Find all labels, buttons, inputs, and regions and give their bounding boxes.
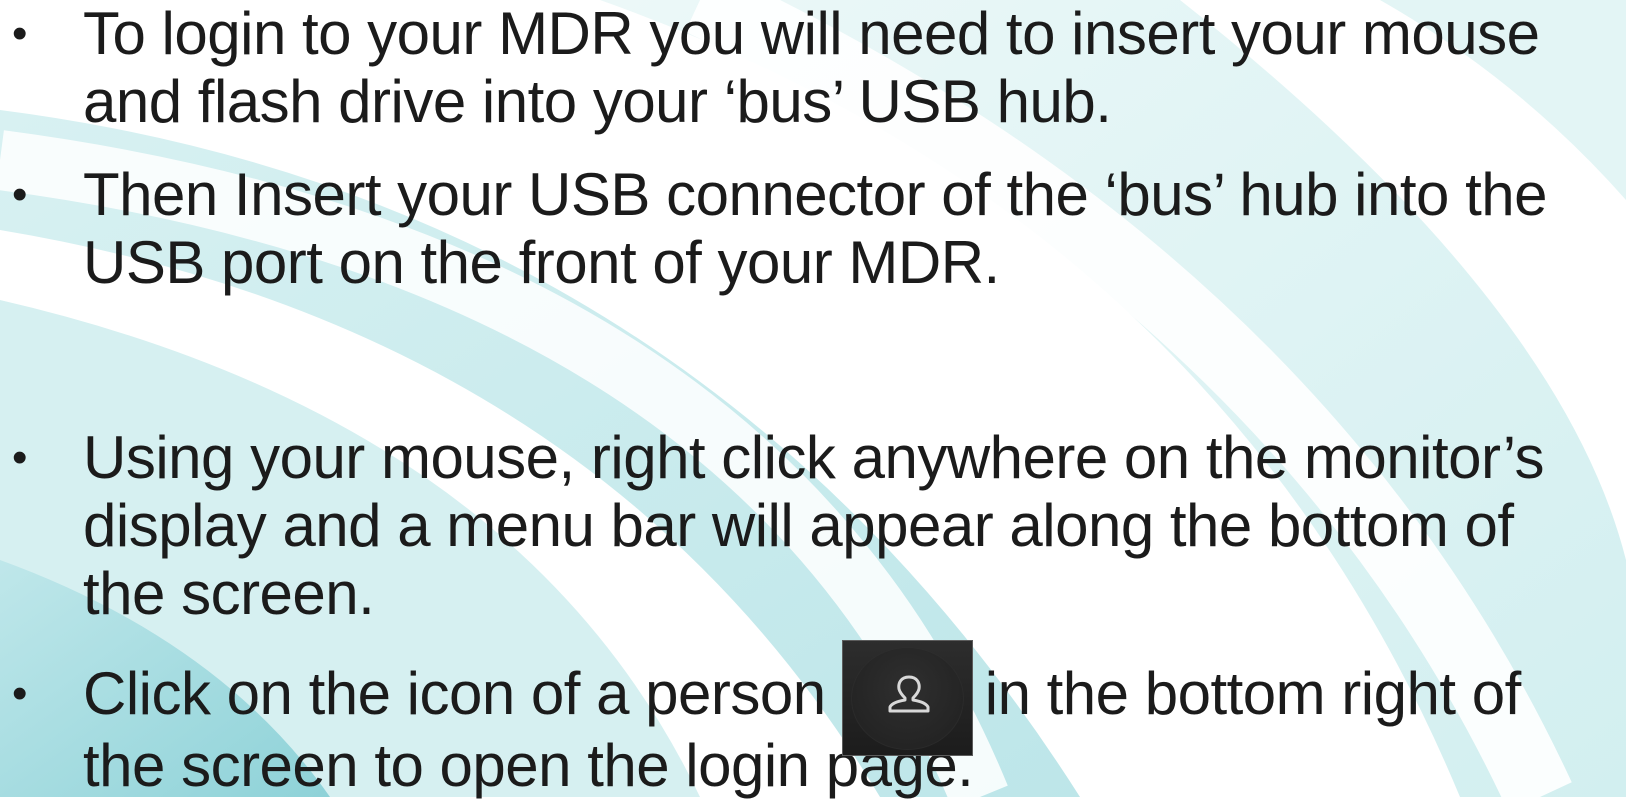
- bullet-text: Using your mouse, right click anywhere o…: [83, 424, 1544, 627]
- bullet-text: Click on the icon of a person in the bot…: [83, 640, 1623, 800]
- bullet-marker: •: [12, 9, 28, 58]
- bullet-text: Then Insert your USB connector of the ‘b…: [83, 161, 1547, 296]
- person-icon: [841, 640, 973, 757]
- person-glyph: [888, 675, 930, 713]
- bullet-marker: •: [12, 170, 28, 219]
- bullet-text-before-icon: Click on the icon of a person: [83, 660, 842, 727]
- bullet-marker: •: [12, 669, 28, 718]
- slide-content: • To login to your MDR you will need to …: [0, 0, 1626, 800]
- bullet-marker: •: [12, 433, 28, 482]
- bullet-text: To login to your MDR you will need to in…: [83, 0, 1540, 135]
